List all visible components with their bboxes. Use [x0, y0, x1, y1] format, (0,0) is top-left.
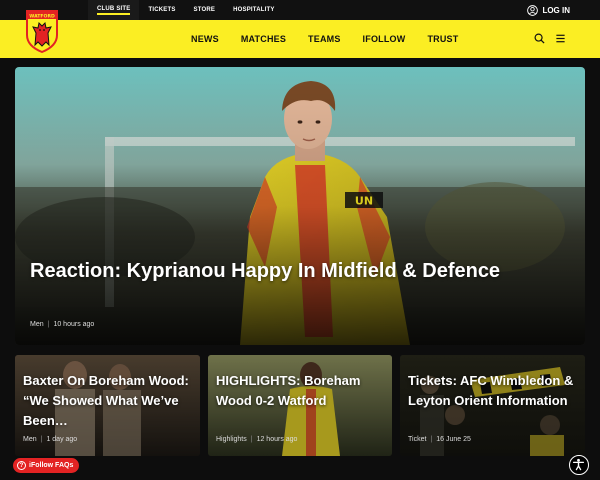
main-header: NEWS MATCHES TEAMS IFOLLOW TRUST: [0, 20, 600, 58]
hero-time: 10 hours ago: [53, 321, 95, 328]
meta-separator: |: [47, 321, 50, 328]
nav-trust[interactable]: TRUST: [416, 20, 469, 58]
crest-text: WATFORD: [29, 14, 55, 20]
nav-news[interactable]: NEWS: [180, 20, 230, 58]
watford-crest-logo[interactable]: WATFORD: [24, 9, 60, 53]
accessibility-button[interactable]: [569, 455, 589, 475]
main-nav: NEWS MATCHES TEAMS IFOLLOW TRUST: [180, 20, 469, 58]
card-category: Highlights: [216, 436, 247, 443]
utility-nav-label: CLUB SITE: [97, 6, 131, 15]
article-card[interactable]: Tickets: AFC Wimbledon & Leyton Orient I…: [400, 355, 585, 456]
faq-label: iFollow FAQs: [29, 462, 74, 469]
nav-label: TEAMS: [308, 34, 341, 44]
meta-separator: |: [40, 436, 43, 443]
card-category: Ticket: [408, 436, 427, 443]
login-button[interactable]: LOG IN: [527, 3, 570, 17]
nav-label: MATCHES: [240, 34, 287, 44]
card-meta: Men | 1 day ago: [23, 436, 77, 443]
accessibility-icon: [572, 458, 585, 471]
utility-nav-label: STORE: [193, 7, 216, 13]
hero-meta: Men | 10 hours ago: [30, 321, 94, 328]
utility-nav: CLUB SITE TICKETS STORE HOSPITALITY: [88, 0, 284, 20]
card-meta: Highlights | 12 hours ago: [216, 436, 297, 443]
utility-bar: CLUB SITE TICKETS STORE HOSPITALITY LOG …: [0, 0, 600, 20]
utility-nav-label: TICKETS: [148, 7, 176, 13]
nav-ifollow[interactable]: IFOLLOW: [352, 20, 417, 58]
nav-label: TRUST: [427, 34, 459, 44]
card-title[interactable]: HIGHLIGHTS: Boreham Wood 0-2 Watford: [216, 371, 382, 411]
utility-nav-label: HOSPITALITY: [233, 7, 275, 13]
utility-nav-club-site[interactable]: CLUB SITE: [88, 0, 140, 20]
card-title[interactable]: Tickets: AFC Wimbledon & Leyton Orient I…: [408, 371, 575, 411]
hero-image: UN: [15, 67, 585, 345]
card-time: 16 June 25: [436, 436, 471, 443]
card-title[interactable]: Baxter On Boreham Wood: “We Showed What …: [23, 371, 190, 431]
card-category: Men: [23, 436, 37, 443]
hero-article[interactable]: UN Reaction: Kyprianou Happy In Midfield…: [15, 67, 585, 345]
article-card[interactable]: HIGHLIGHTS: Boreham Wood 0-2 Watford Hig…: [208, 355, 392, 456]
utility-nav-tickets[interactable]: TICKETS: [139, 0, 184, 20]
nav-teams[interactable]: TEAMS: [297, 20, 352, 58]
nav-label: NEWS: [191, 34, 219, 44]
nav-label: IFOLLOW: [362, 34, 406, 44]
hero-category: Men: [30, 321, 44, 328]
card-meta: Ticket | 16 June 25: [408, 436, 471, 443]
login-label: LOG IN: [542, 5, 570, 15]
meta-separator: |: [250, 436, 253, 443]
meta-separator: |: [430, 436, 433, 443]
user-icon: [527, 4, 539, 16]
card-time: 12 hours ago: [256, 436, 298, 443]
hero-title[interactable]: Reaction: Kyprianou Happy In Midfield & …: [30, 258, 530, 284]
menu-icon[interactable]: [555, 33, 566, 44]
ifollow-faqs-button[interactable]: ? iFollow FAQs: [13, 458, 80, 473]
utility-nav-hospitality[interactable]: HOSPITALITY: [224, 0, 283, 20]
utility-nav-store[interactable]: STORE: [185, 0, 225, 20]
nav-matches[interactable]: MATCHES: [230, 20, 297, 58]
card-time: 1 day ago: [46, 436, 78, 443]
search-icon[interactable]: [534, 33, 545, 44]
question-icon: ?: [17, 461, 26, 470]
article-card[interactable]: Baxter On Boreham Wood: “We Showed What …: [15, 355, 200, 456]
header-icons: [534, 33, 566, 44]
